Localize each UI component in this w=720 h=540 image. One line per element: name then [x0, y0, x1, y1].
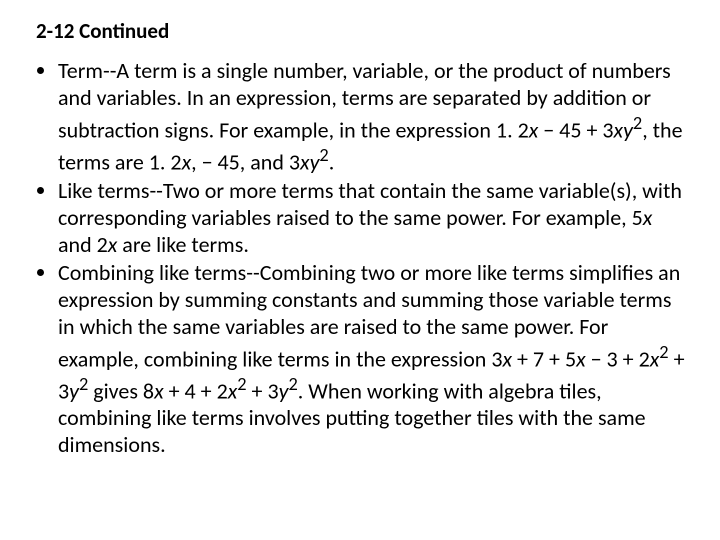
- list-item: Term--A term is a single number, variabl…: [58, 58, 690, 176]
- superscript: 2: [319, 144, 328, 166]
- slide-title: 2-12 Continued: [36, 18, 690, 44]
- superscript: 2: [633, 112, 642, 134]
- text: Like terms--Two or more terms that conta…: [58, 177, 682, 231]
- text: are like terms.: [117, 231, 249, 258]
- superscript: 2: [659, 341, 668, 363]
- math-var: x: [228, 377, 238, 404]
- superscript: 2: [79, 373, 88, 395]
- text: − 45 + 3: [538, 116, 613, 143]
- math-var: x: [643, 204, 653, 231]
- text: gives 8: [88, 377, 154, 404]
- slide: 2-12 Continued Term--A term is a single …: [0, 0, 720, 540]
- math-var: x: [108, 231, 118, 258]
- text: + 3: [247, 377, 279, 404]
- math-var: x: [529, 116, 539, 143]
- text: + 4 + 2: [164, 377, 228, 404]
- text: , − 45, and 3: [191, 148, 300, 175]
- math-var: x: [650, 345, 660, 372]
- math-var: x: [576, 345, 586, 372]
- superscript: 2: [288, 373, 297, 395]
- math-var: xy: [300, 148, 319, 175]
- math-var: xy: [614, 116, 633, 143]
- list-item: Combining like terms--Combining two or m…: [58, 260, 690, 458]
- text: and 2: [58, 231, 108, 258]
- text: .: [329, 148, 335, 175]
- math-var: x: [502, 345, 512, 372]
- text: + 7 + 5: [512, 345, 576, 372]
- list-item: Like terms--Two or more terms that conta…: [58, 178, 690, 258]
- bullet-list: Term--A term is a single number, variabl…: [30, 58, 690, 459]
- math-var: x: [154, 377, 164, 404]
- text: − 3 + 2: [586, 345, 650, 372]
- math-var: y: [69, 377, 79, 404]
- superscript: 2: [237, 373, 246, 395]
- math-var: x: [182, 148, 192, 175]
- math-var: y: [279, 377, 289, 404]
